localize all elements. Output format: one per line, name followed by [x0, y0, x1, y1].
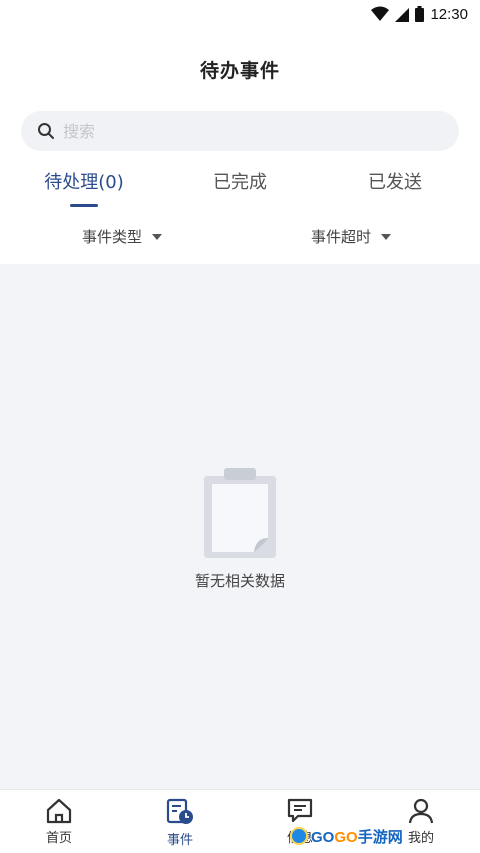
nav-profile-label: 我的	[407, 831, 434, 846]
wifi-icon	[371, 6, 390, 21]
message-icon	[287, 798, 313, 823]
event-type-filter-label: 事件类型	[82, 228, 143, 246]
nav-events[interactable]: 事件	[150, 798, 210, 848]
caret-down-icon	[381, 233, 392, 240]
search-icon	[38, 123, 54, 139]
event-timeout-filter[interactable]: 事件超时	[311, 226, 392, 247]
event-timeout-filter-label: 事件超时	[311, 228, 372, 246]
nav-events-label: 事件	[166, 833, 193, 848]
event-clock-icon	[166, 798, 193, 824]
user-icon	[408, 798, 434, 824]
tab-completed[interactable]: 已完成	[213, 168, 267, 194]
empty-state-text: 暂无相关数据	[194, 572, 285, 590]
caret-down-icon	[152, 233, 163, 240]
tab-pending[interactable]: 待处理(0)	[44, 168, 124, 194]
filter-bar: 事件类型 事件超时	[0, 216, 480, 262]
search-bar[interactable]	[21, 111, 459, 151]
status-time: 12:30	[430, 5, 468, 23]
bottom-nav: 首页 事件 信息 我的	[0, 789, 480, 853]
search-input[interactable]	[63, 121, 423, 141]
nav-home-label: 首页	[45, 831, 72, 846]
home-icon	[46, 798, 72, 824]
watermark-logo: GOGO手游网	[290, 824, 403, 848]
status-bar: 12:30	[0, 0, 480, 28]
tab-sent[interactable]: 已发送	[368, 168, 422, 194]
empty-clipboard-icon	[204, 468, 276, 558]
battery-icon	[415, 6, 425, 22]
event-list-area[interactable]: 暂无相关数据	[0, 264, 480, 789]
event-type-filter[interactable]: 事件类型	[82, 226, 163, 247]
watermark-text: GOGO手游网	[311, 828, 403, 846]
active-tab-indicator	[70, 204, 98, 207]
nav-home[interactable]: 首页	[29, 798, 89, 846]
tab-bar: 待处理(0) 已完成 已发送	[0, 164, 480, 212]
cellular-signal-icon	[395, 7, 410, 22]
page-title: 待办事件	[199, 60, 280, 82]
watermark-badge-icon	[290, 827, 308, 845]
